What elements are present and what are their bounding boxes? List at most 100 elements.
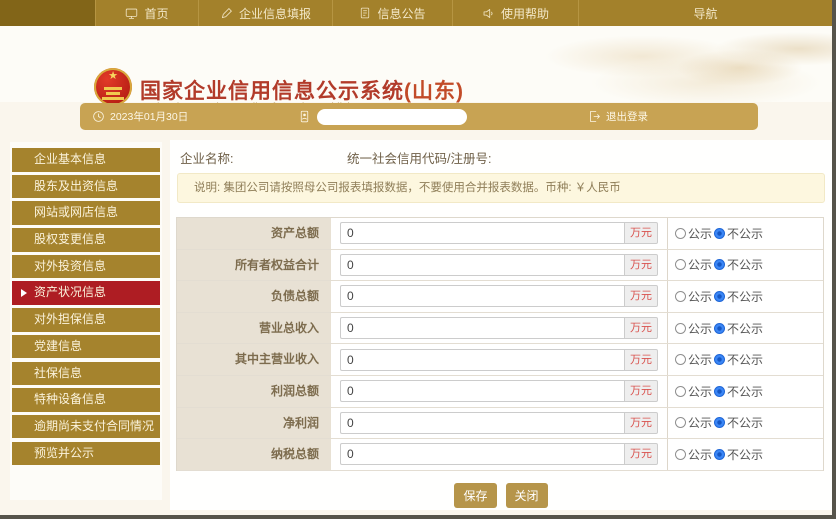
radio-label: 不公示 bbox=[727, 446, 763, 463]
radio-label: 公示 bbox=[688, 446, 712, 463]
sidebar-item[interactable]: 资产状况信息 bbox=[12, 281, 160, 305]
field-label: 营业总收入 bbox=[177, 313, 331, 344]
speaker-icon bbox=[482, 7, 495, 20]
window-bottom-edge bbox=[0, 515, 836, 519]
sidebar-item-label: 社保信息 bbox=[34, 366, 82, 380]
nav-item-home[interactable]: 首页 bbox=[95, 0, 198, 26]
form-row: 利润总额 万元 公示 不公示 bbox=[177, 376, 823, 408]
radio-unchecked-icon bbox=[675, 228, 686, 239]
sidebar-item-label: 对外担保信息 bbox=[34, 312, 106, 326]
sidebar-menu: 企业基本信息 股东及出资信息 网站或网店信息 股权变更信息 对外投资信息 bbox=[10, 142, 162, 500]
field-label: 利润总额 bbox=[177, 376, 331, 407]
unit-addon: 万元 bbox=[624, 285, 658, 307]
radio-label: 不公示 bbox=[727, 414, 763, 431]
site-header: ★ 国家企业信用信息公示系统(山东) National Enterprise C… bbox=[0, 26, 832, 102]
radio-label: 不公示 bbox=[727, 288, 763, 305]
sidebar-item[interactable]: 党建信息 bbox=[12, 335, 160, 359]
radio-unchecked-icon bbox=[675, 354, 686, 365]
radio-checked-icon bbox=[714, 354, 725, 365]
radio-option-public[interactable]: 公示 bbox=[675, 414, 712, 431]
radio-option-public[interactable]: 公示 bbox=[675, 383, 712, 400]
sidebar-item-label: 逾期尚未支付合同情况 bbox=[34, 419, 154, 433]
amount-input[interactable] bbox=[340, 285, 624, 307]
radio-label: 不公示 bbox=[727, 256, 763, 273]
nav-item-enterprise-fill[interactable]: 企业信息填报 bbox=[198, 0, 332, 26]
radio-unchecked-icon bbox=[675, 323, 686, 334]
active-arrow-icon bbox=[21, 289, 27, 297]
field-label: 其中主营业收入 bbox=[177, 344, 331, 375]
nav-item-notice[interactable]: 信息公告 bbox=[332, 0, 452, 26]
sidebar-item[interactable]: 股权变更信息 bbox=[12, 228, 160, 252]
radio-label: 公示 bbox=[688, 225, 712, 242]
sidebar-item[interactable]: 社保信息 bbox=[12, 362, 160, 386]
radio-option-private[interactable]: 不公示 bbox=[714, 414, 763, 431]
sidebar-item[interactable]: 对外担保信息 bbox=[12, 308, 160, 332]
sidebar-item[interactable]: 对外投资信息 bbox=[12, 255, 160, 279]
monitor-icon bbox=[125, 7, 138, 20]
sidebar-item-label: 对外投资信息 bbox=[34, 259, 106, 273]
radio-option-private[interactable]: 不公示 bbox=[714, 225, 763, 242]
sidebar-item-label: 党建信息 bbox=[34, 339, 82, 353]
save-button[interactable]: 保存 bbox=[454, 483, 496, 508]
form-row: 其中主营业收入 万元 公示 不公示 bbox=[177, 344, 823, 376]
radio-option-private[interactable]: 不公示 bbox=[714, 351, 763, 368]
radio-option-public[interactable]: 公示 bbox=[675, 446, 712, 463]
sidebar-item-label: 股权变更信息 bbox=[34, 232, 106, 246]
radio-checked-icon bbox=[714, 449, 725, 460]
radio-option-public[interactable]: 公示 bbox=[675, 320, 712, 337]
sidebar-item[interactable]: 预览并公示 bbox=[12, 442, 160, 466]
radio-unchecked-icon bbox=[675, 259, 686, 270]
close-button[interactable]: 关闭 bbox=[506, 483, 548, 508]
national-emblem-logo: ★ bbox=[94, 68, 132, 106]
sidebar-item[interactable]: 网站或网店信息 bbox=[12, 201, 160, 225]
radio-checked-icon bbox=[714, 386, 725, 397]
radio-option-private[interactable]: 不公示 bbox=[714, 320, 763, 337]
sidebar-item[interactable]: 企业基本信息 bbox=[12, 148, 160, 172]
amount-input[interactable] bbox=[340, 254, 624, 276]
current-date: 2023年01月30日 bbox=[110, 109, 188, 124]
radio-label: 不公示 bbox=[727, 351, 763, 368]
window-right-edge bbox=[832, 0, 836, 519]
credit-code-label: 统一社会信用代码/注册号: bbox=[347, 148, 491, 167]
radio-option-public[interactable]: 公示 bbox=[675, 256, 712, 273]
sidebar-item[interactable]: 特种设备信息 bbox=[12, 388, 160, 412]
radio-option-public[interactable]: 公示 bbox=[675, 288, 712, 305]
radio-option-private[interactable]: 不公示 bbox=[714, 383, 763, 400]
amount-input[interactable] bbox=[340, 443, 624, 465]
amount-input[interactable] bbox=[340, 380, 624, 402]
radio-checked-icon bbox=[714, 417, 725, 428]
radio-option-public[interactable]: 公示 bbox=[675, 351, 712, 368]
amount-input[interactable] bbox=[340, 349, 624, 371]
radio-option-private[interactable]: 不公示 bbox=[714, 288, 763, 305]
field-label: 负债总额 bbox=[177, 281, 331, 312]
form-row: 负债总额 万元 公示 不公示 bbox=[177, 281, 823, 313]
radio-label: 不公示 bbox=[727, 383, 763, 400]
sidebar-item-label: 特种设备信息 bbox=[34, 392, 106, 406]
radio-label: 公示 bbox=[688, 383, 712, 400]
site-title: 国家企业信用信息公示系统(山东) bbox=[140, 75, 464, 105]
radio-option-public[interactable]: 公示 bbox=[675, 225, 712, 242]
radio-option-private[interactable]: 不公示 bbox=[714, 256, 763, 273]
sidebar-item[interactable]: 逾期尚未支付合同情况 bbox=[12, 415, 160, 439]
amount-input[interactable] bbox=[340, 317, 624, 339]
field-input-cell: 万元 bbox=[331, 250, 667, 281]
logout-button[interactable]: 退出登录 bbox=[588, 109, 648, 124]
nav-item-navigate[interactable]: 导航 bbox=[578, 0, 832, 26]
field-label: 资产总额 bbox=[177, 218, 331, 249]
radio-checked-icon bbox=[714, 323, 725, 334]
nav-label: 使用帮助 bbox=[501, 5, 549, 22]
sidebar-item[interactable]: 股东及出资信息 bbox=[12, 175, 160, 199]
unit-addon: 万元 bbox=[624, 443, 658, 465]
radio-option-private[interactable]: 不公示 bbox=[714, 446, 763, 463]
nav-item-help[interactable]: 使用帮助 bbox=[452, 0, 578, 26]
form-row: 净利润 万元 公示 不公示 bbox=[177, 408, 823, 440]
nav-label: 导航 bbox=[693, 5, 717, 22]
logout-icon bbox=[588, 110, 601, 123]
form-row: 营业总收入 万元 公示 不公示 bbox=[177, 313, 823, 345]
field-input-cell: 万元 bbox=[331, 376, 667, 407]
publicity-radio-cell: 公示 不公示 bbox=[667, 313, 823, 344]
company-name-label: 企业名称: bbox=[180, 148, 233, 167]
amount-input[interactable] bbox=[340, 412, 624, 434]
amount-input[interactable] bbox=[340, 222, 624, 244]
radio-checked-icon bbox=[714, 291, 725, 302]
